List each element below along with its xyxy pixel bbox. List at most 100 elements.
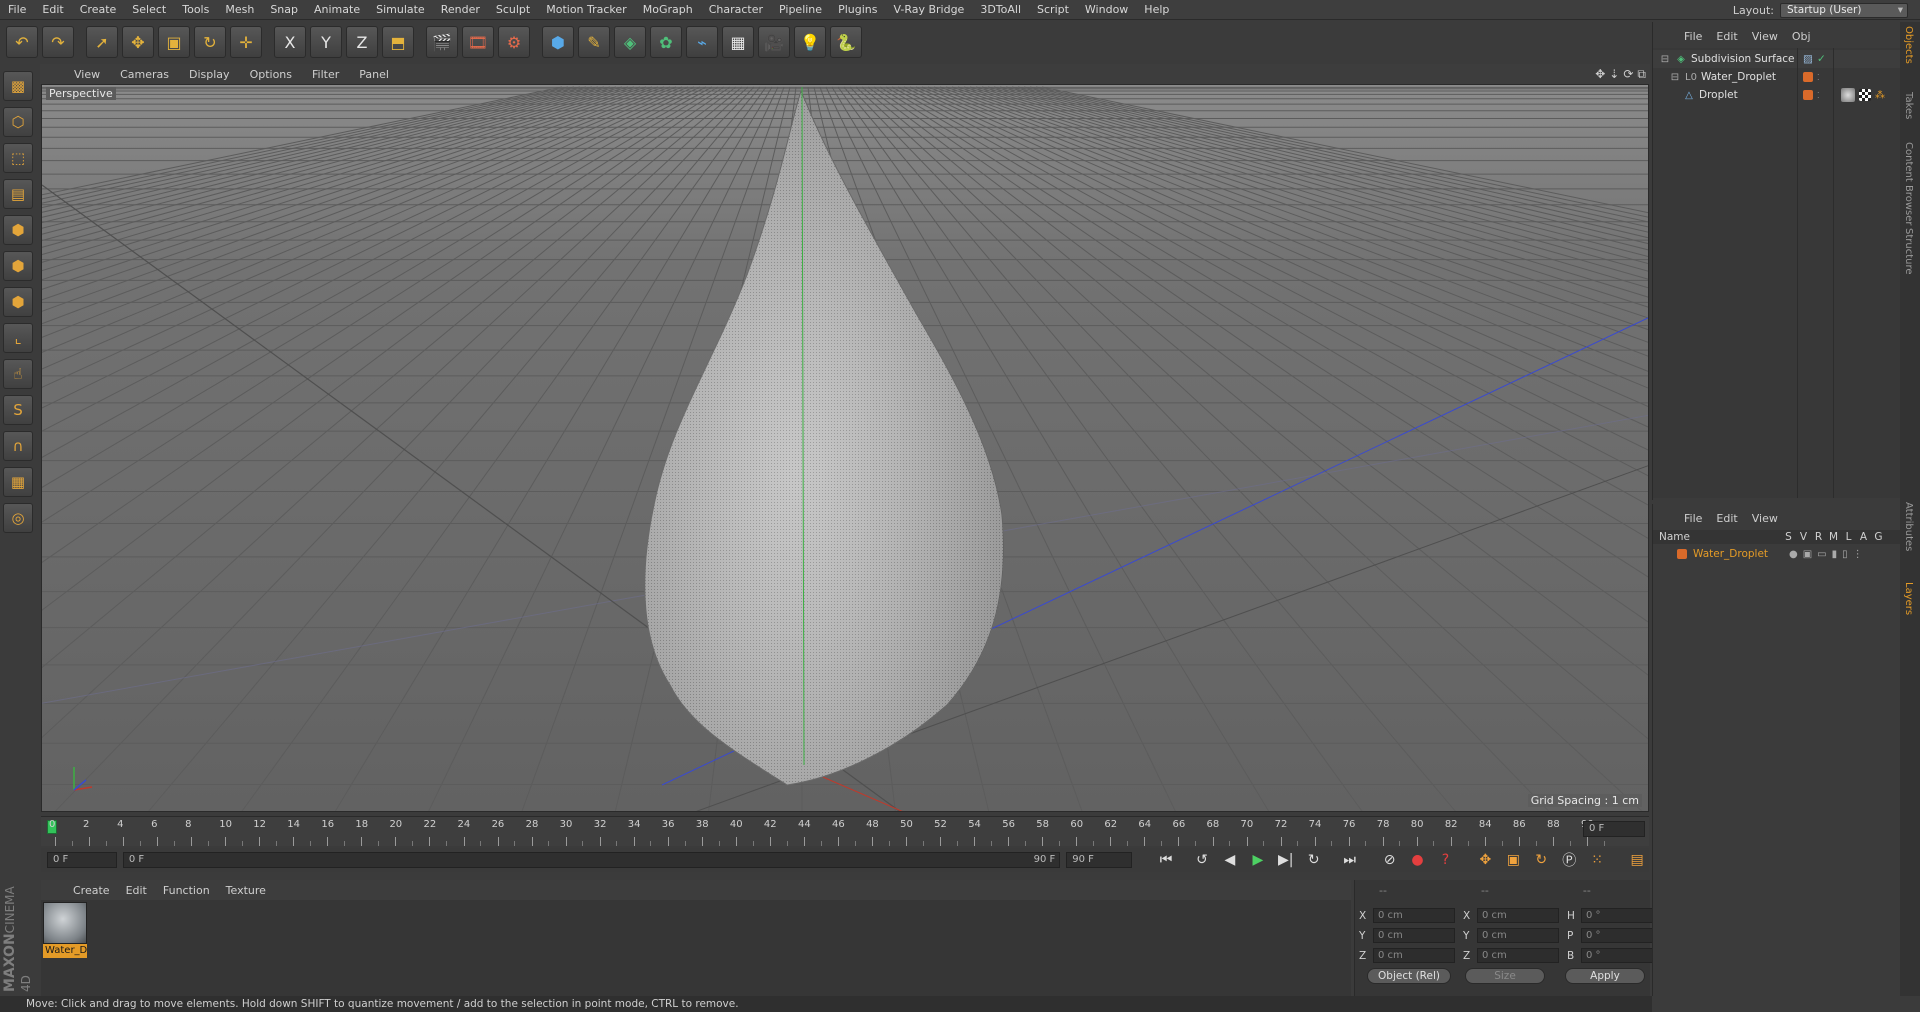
viewport-menu-display[interactable]: Display bbox=[179, 68, 240, 81]
object-menu-edit[interactable]: Edit bbox=[1709, 30, 1744, 43]
menu-pipeline[interactable]: Pipeline bbox=[771, 0, 830, 20]
magnet-icon[interactable]: ∩ bbox=[3, 431, 33, 461]
object-menu-obj[interactable]: Obj bbox=[1785, 30, 1818, 43]
enabled-check-icon[interactable]: ✓ bbox=[1817, 53, 1826, 65]
pen-spline-icon[interactable]: ✎ bbox=[578, 26, 610, 58]
coord-size-field[interactable]: 0 cm bbox=[1477, 948, 1559, 963]
object-row-droplet[interactable]: △ Droplet ⁚ ⁂ bbox=[1653, 86, 1901, 104]
menu-render[interactable]: Render bbox=[433, 0, 488, 20]
lock-workplane-icon[interactable]: ◎ bbox=[3, 503, 33, 533]
visibility-dots-icon[interactable]: ⁚ bbox=[1817, 91, 1820, 100]
side-tab-content-browser[interactable]: Content Browser bbox=[1903, 142, 1914, 225]
menu-3dtoall[interactable]: 3DToAll bbox=[972, 0, 1029, 20]
material-menu-edit[interactable]: Edit bbox=[118, 884, 155, 897]
polygons-mode-icon[interactable]: ⬢ bbox=[3, 287, 33, 317]
menu-animate[interactable]: Animate bbox=[306, 0, 368, 20]
phong-tag-icon[interactable]: ⁂ bbox=[1875, 90, 1885, 101]
make-editable-icon[interactable]: ▩ bbox=[3, 71, 33, 101]
visibility-dots-icon[interactable]: ⁚ bbox=[1817, 73, 1820, 82]
side-tab-objects[interactable]: Objects bbox=[1903, 26, 1914, 64]
previous-frame-icon[interactable]: ◀ bbox=[1218, 849, 1242, 871]
points-mode-icon[interactable]: ⬢ bbox=[3, 215, 33, 245]
scale-icon[interactable]: ▣ bbox=[158, 26, 190, 58]
start-frame-field[interactable]: 0 F bbox=[47, 852, 117, 868]
cloner-icon[interactable]: ✿ bbox=[650, 26, 682, 58]
play-icon[interactable]: ▶ bbox=[1246, 849, 1270, 871]
material-name[interactable]: Water_Droplet bbox=[43, 944, 87, 958]
layer-row-water-droplet[interactable]: Water_Droplet ●▣▭▮▯⋮ bbox=[1653, 546, 1901, 562]
render-view-icon[interactable]: 🎬 bbox=[426, 26, 458, 58]
coord-size-field[interactable]: 0 cm bbox=[1477, 908, 1559, 923]
object-menu-view[interactable]: View bbox=[1745, 30, 1785, 43]
apply-button[interactable]: Apply bbox=[1565, 968, 1645, 984]
world-coord-icon[interactable]: ⬒ bbox=[382, 26, 414, 58]
rotate-icon[interactable]: ↻ bbox=[194, 26, 226, 58]
texture-tag-icon[interactable] bbox=[1859, 89, 1871, 101]
viewport-menu-panel[interactable]: Panel bbox=[349, 68, 399, 81]
coord-size-field[interactable]: 0 cm bbox=[1477, 928, 1559, 943]
move-icon[interactable]: ✥ bbox=[122, 26, 154, 58]
undo-icon[interactable]: ↶ bbox=[6, 26, 38, 58]
model-mode-icon[interactable]: ⬡ bbox=[3, 107, 33, 137]
coord-position-field[interactable]: 0 cm bbox=[1373, 908, 1455, 923]
camera-icon[interactable]: 🎥 bbox=[758, 26, 790, 58]
layer-toggles-icon[interactable]: ●▣▭▮▯⋮ bbox=[1789, 549, 1868, 560]
layer-color-tag[interactable] bbox=[1803, 72, 1813, 82]
layer-name[interactable]: Water_Droplet bbox=[1693, 548, 1789, 560]
record-keys-icon[interactable]: ● bbox=[1406, 849, 1430, 871]
timeline-ruler[interactable]: 0 2 4 6 8 10 12 14 16 18 20 22 24 26 28 30 32 34 36 38 40 42 4… bbox=[41, 816, 1649, 846]
orbit-icon[interactable]: ⟳ bbox=[1623, 67, 1633, 81]
menu-file[interactable]: File bbox=[0, 0, 34, 20]
menu-motion-tracker[interactable]: Motion Tracker bbox=[538, 0, 634, 20]
workplane-icon[interactable]: ▤ bbox=[3, 179, 33, 209]
menu-character[interactable]: Character bbox=[701, 0, 771, 20]
side-tab-takes[interactable]: Takes bbox=[1903, 92, 1914, 119]
menu-plugins[interactable]: Plugins bbox=[830, 0, 885, 20]
edges-mode-icon[interactable]: ⬢ bbox=[3, 251, 33, 281]
solo-icon[interactable]: S bbox=[3, 395, 33, 425]
menu-help[interactable]: Help bbox=[1136, 0, 1177, 20]
next-key-icon[interactable]: ↻ bbox=[1302, 849, 1326, 871]
layer-color-tag[interactable] bbox=[1803, 90, 1813, 100]
side-tab-layers[interactable]: Layers bbox=[1903, 582, 1914, 615]
cube-primitive-icon[interactable]: ⬢ bbox=[542, 26, 574, 58]
grid-snap-icon[interactable]: ▦ bbox=[3, 467, 33, 497]
frame-range-slider[interactable]: 0 F 90 F bbox=[122, 852, 1061, 868]
menu-snap[interactable]: Snap bbox=[262, 0, 306, 20]
viewport-menu-filter[interactable]: Filter bbox=[302, 68, 349, 81]
dolly-icon[interactable]: ⇣ bbox=[1609, 67, 1619, 81]
x-axis-icon[interactable]: X bbox=[274, 26, 306, 58]
current-frame-field[interactable]: 0 F bbox=[1583, 821, 1645, 837]
layer-menu-view[interactable]: View bbox=[1745, 512, 1785, 525]
python-icon[interactable]: 🐍 bbox=[830, 26, 862, 58]
material-tag-icon[interactable] bbox=[1841, 88, 1855, 102]
menu-mograph[interactable]: MoGraph bbox=[635, 0, 701, 20]
menu-tools[interactable]: Tools bbox=[174, 0, 217, 20]
visibility-dots-icon[interactable]: ▨ bbox=[1803, 53, 1813, 65]
autokey-icon[interactable]: ? bbox=[1434, 849, 1458, 871]
object-row-subdivision[interactable]: ⊟ ◈ Subdivision Surface ▨ ✓ bbox=[1653, 50, 1901, 68]
coord-position-field[interactable]: 0 cm bbox=[1373, 948, 1455, 963]
key-rotation-icon[interactable]: ↻ bbox=[1529, 849, 1553, 871]
coord-size-dropdown[interactable]: Size bbox=[1465, 968, 1545, 984]
texture-mode-icon[interactable]: ⬚ bbox=[3, 143, 33, 173]
coord-mode-dropdown[interactable]: Object (Rel) bbox=[1367, 968, 1451, 984]
collapse-icon[interactable]: ⊟ bbox=[1659, 53, 1671, 65]
menu-script[interactable]: Script bbox=[1029, 0, 1077, 20]
coord-position-field[interactable]: 0 cm bbox=[1373, 928, 1455, 943]
viewport-menu-options[interactable]: Options bbox=[240, 68, 302, 81]
menu-create[interactable]: Create bbox=[72, 0, 125, 20]
material-menu-create[interactable]: Create bbox=[65, 884, 118, 897]
key-position-icon[interactable]: ✥ bbox=[1473, 849, 1497, 871]
key-parameter-icon[interactable]: Ⓟ bbox=[1557, 849, 1581, 871]
go-to-end-icon[interactable]: ⏭ bbox=[1338, 849, 1362, 871]
material-menu-function[interactable]: Function bbox=[155, 884, 218, 897]
y-axis-icon[interactable]: Y bbox=[310, 26, 342, 58]
side-tab-attributes[interactable]: Attributes bbox=[1903, 502, 1914, 551]
end-frame-field[interactable]: 90 F bbox=[1066, 852, 1133, 868]
layer-menu-file[interactable]: File bbox=[1677, 512, 1709, 525]
material-menu-texture[interactable]: Texture bbox=[218, 884, 274, 897]
material-thumbnail[interactable] bbox=[43, 902, 87, 944]
layout-dropdown[interactable]: Startup (User) bbox=[1780, 2, 1908, 18]
tweak-icon[interactable]: ☝ bbox=[3, 359, 33, 389]
